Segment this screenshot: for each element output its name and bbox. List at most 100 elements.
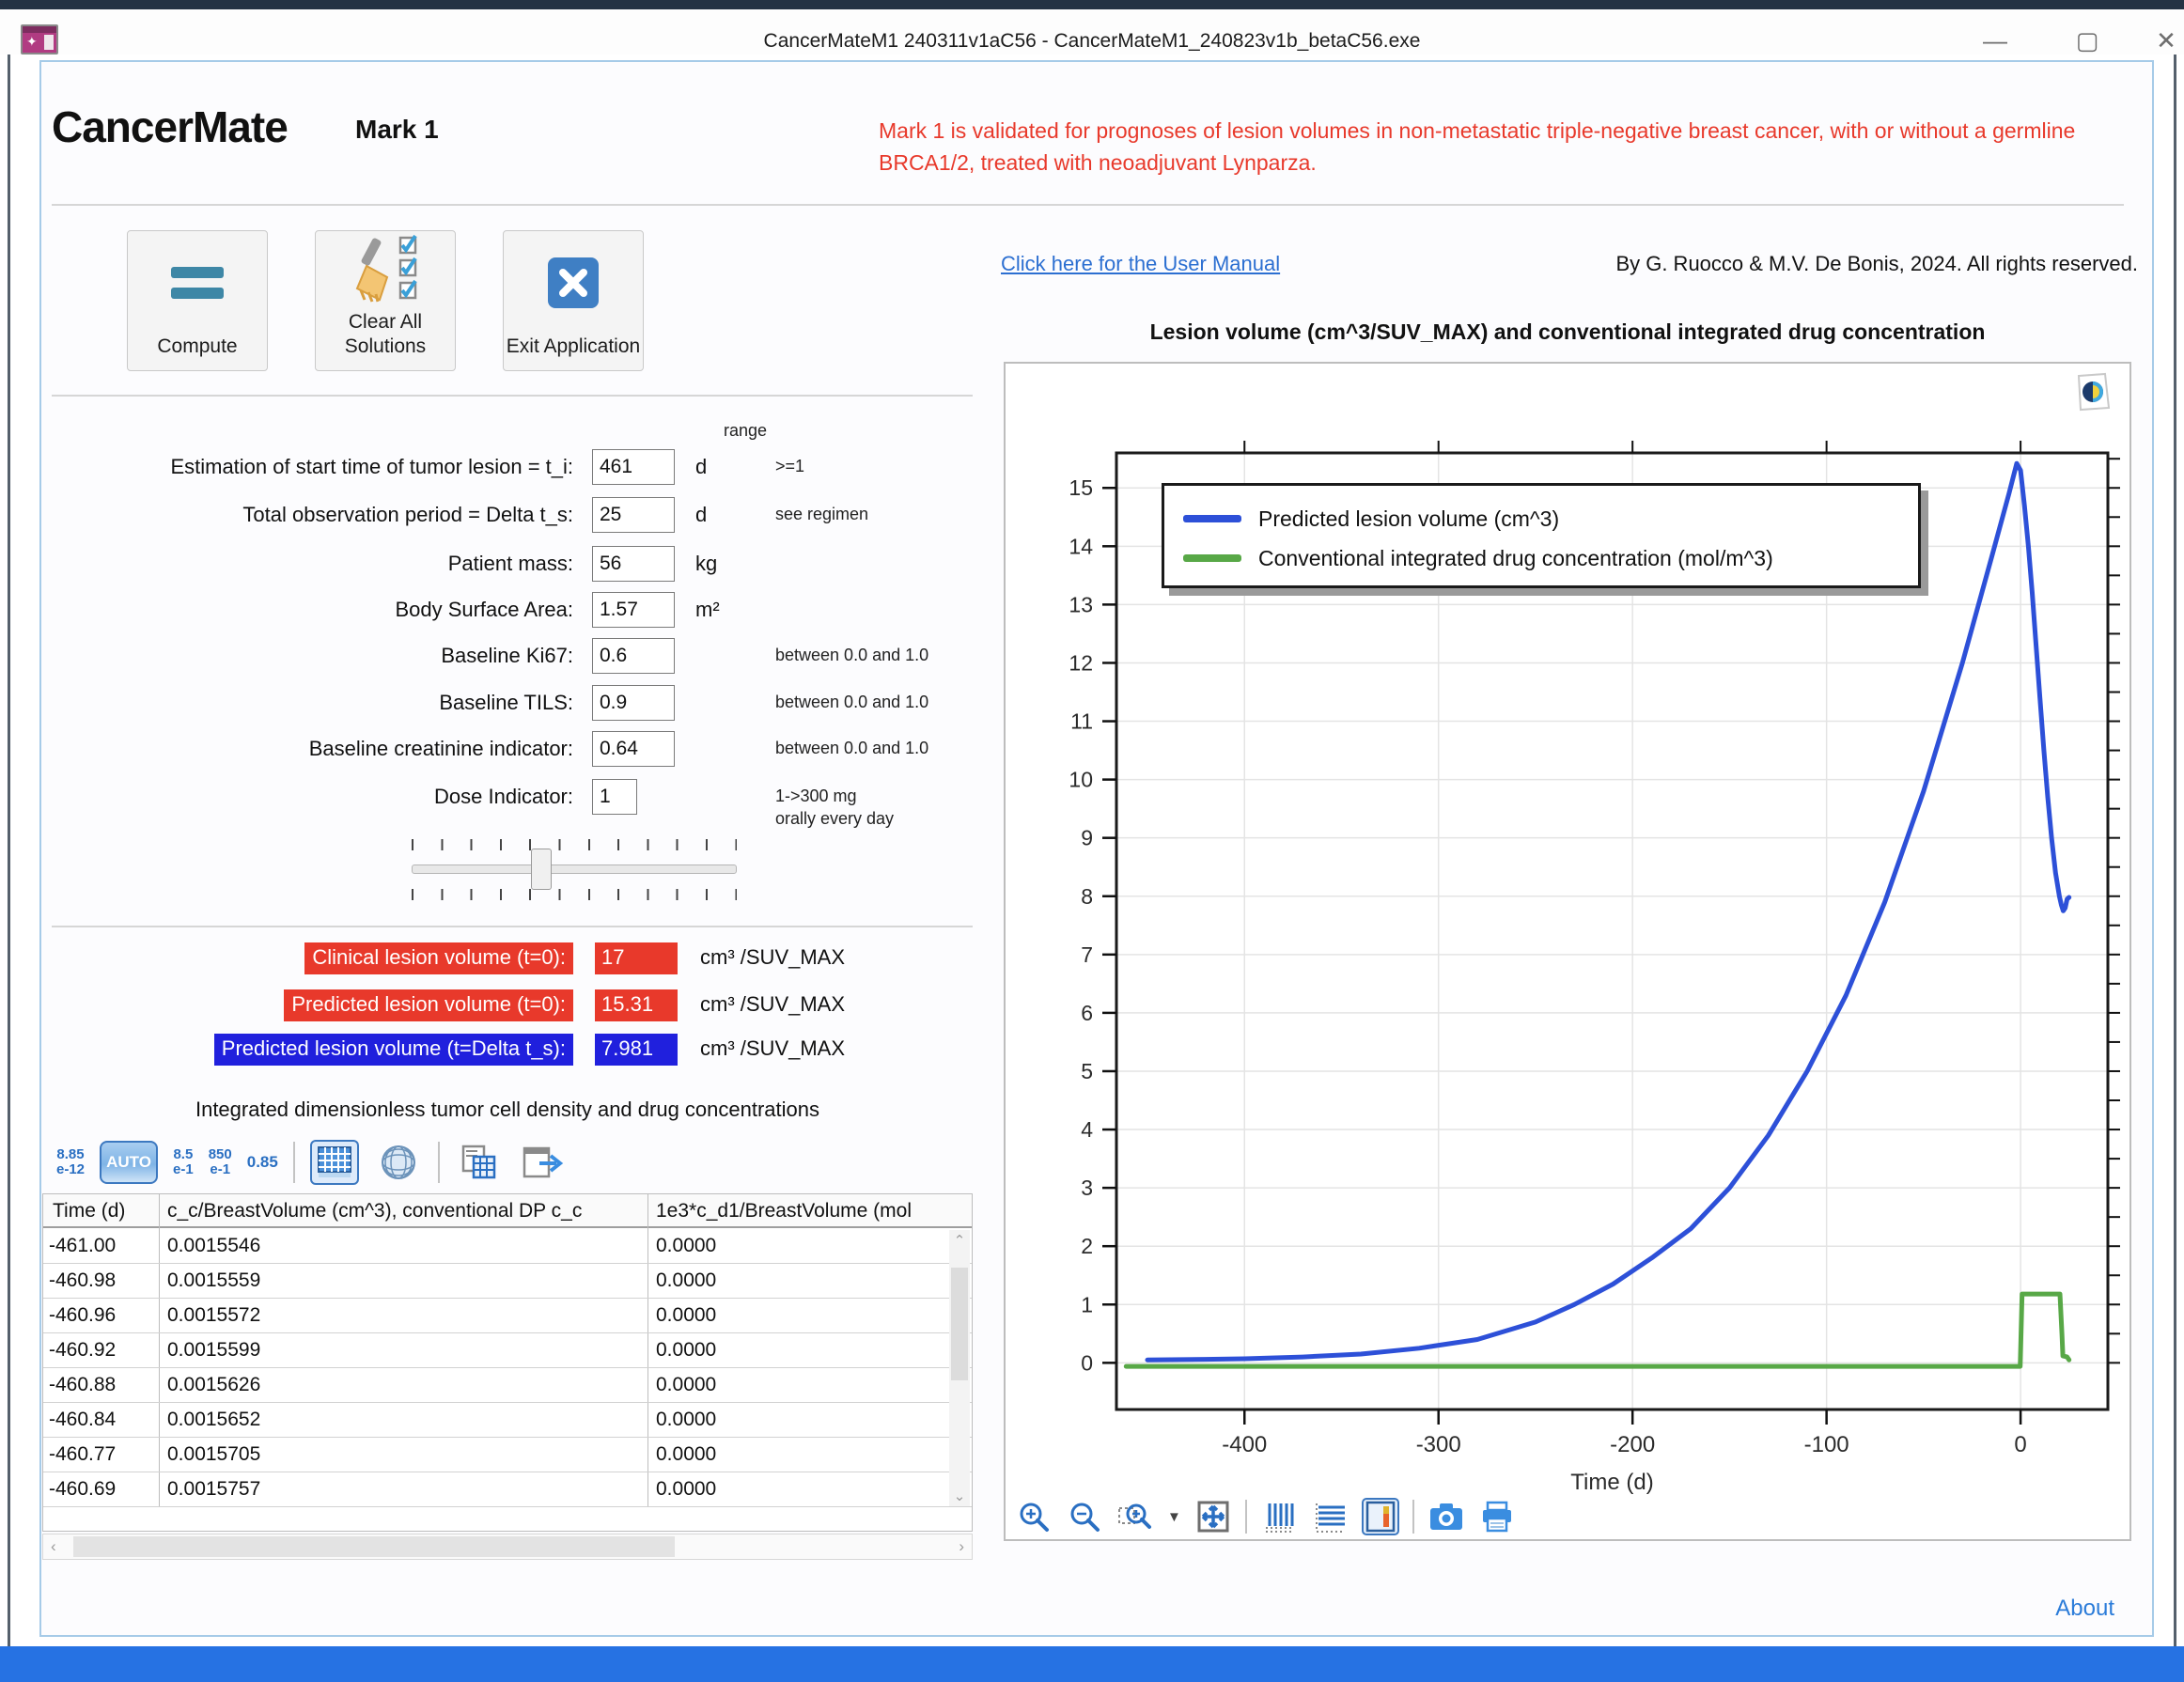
tils-input[interactable] (592, 685, 675, 721)
svg-text:5: 5 (1081, 1059, 1093, 1083)
creatinine-input[interactable] (592, 731, 675, 767)
clear-all-solutions-button[interactable]: Clear All Solutions (315, 230, 456, 371)
compute-button[interactable]: Compute (127, 230, 268, 371)
svg-text:15: 15 (1069, 475, 1093, 500)
zoom-out-button[interactable] (1066, 1498, 1103, 1535)
scroll-up-arrow[interactable]: ⌃ (949, 1232, 970, 1249)
scroll-down-arrow[interactable]: ⌄ (949, 1487, 970, 1504)
app-mark: Mark 1 (355, 115, 439, 145)
bsa-input[interactable] (592, 592, 675, 628)
zoom-in-button[interactable] (1015, 1498, 1053, 1535)
svg-text:14: 14 (1069, 534, 1093, 558)
bottom-bar (0, 1646, 2184, 1682)
about-link[interactable]: About (1992, 1596, 2114, 1622)
svg-text:7: 7 (1081, 942, 1093, 967)
predicted-t0-unit: cm³ /SUV_MAX (700, 992, 845, 1017)
dose-range: 1->300 mg (775, 786, 857, 806)
window-title: CancerMateM1 240311v1aC56 - CancerMateM1… (0, 30, 2184, 53)
format-eng-button[interactable]: 8.5e-1 (173, 1147, 194, 1177)
format-decimal-button[interactable]: 0.85 (247, 1155, 278, 1170)
clear-all-solutions-label: Clear All Solutions (316, 310, 455, 359)
maximize-button[interactable]: ▢ (2066, 26, 2109, 55)
toolbar-separator-2 (438, 1142, 440, 1183)
exit-application-label: Exit Application (507, 335, 640, 359)
observation-period-label: Total observation period = Delta t_s: (242, 503, 573, 527)
zoom-out-icon (1069, 1501, 1100, 1533)
svg-text:13: 13 (1069, 592, 1093, 616)
ki67-range: between 0.0 and 1.0 (775, 646, 928, 665)
start-time-unit: d (695, 455, 707, 479)
table-row[interactable]: -461.00 0.0015546 0.0000 (43, 1229, 972, 1264)
snapshot-button[interactable] (1427, 1498, 1465, 1535)
col-header-time[interactable]: Time (d) (53, 1200, 158, 1223)
chart-toolbar: ▼ (1015, 1496, 1673, 1537)
legend-blue-line-icon (1183, 515, 1241, 522)
start-time-input[interactable] (592, 449, 675, 485)
result-row-clinical: Clinical lesion volume (t=0): 17 cm³ /SU… (52, 942, 991, 976)
exit-application-button[interactable]: Exit Application (503, 230, 644, 371)
export-table-button[interactable] (519, 1140, 568, 1185)
legend-toggle-icon (1365, 1501, 1396, 1533)
table-vertical-scrollbar[interactable]: ⌃ ⌄ (949, 1230, 970, 1506)
chart-toolbar-separator-2 (1412, 1500, 1414, 1534)
horizontal-scroll-thumb[interactable] (73, 1536, 675, 1557)
table-grid-icon (318, 1146, 351, 1178)
user-manual-link[interactable]: Click here for the User Manual (1001, 252, 1280, 276)
slider-ticks-top (412, 839, 737, 850)
patient-mass-input[interactable] (592, 546, 675, 582)
credits-text: By G. Ruocco & M.V. De Bonis, 2024. All … (1551, 252, 2138, 276)
svg-text:6: 6 (1081, 1001, 1093, 1025)
scroll-right-arrow[interactable]: › (959, 1537, 964, 1556)
format-auto-button[interactable]: AUTO (100, 1141, 158, 1184)
dose-input[interactable] (592, 779, 637, 815)
input-row-ki67: Baseline Ki67: between 0.0 and 1.0 (52, 638, 991, 676)
zoom-dropdown-caret[interactable]: ▼ (1167, 1509, 1181, 1525)
x-grid-button[interactable] (1260, 1498, 1298, 1535)
predicted-t0-value[interactable]: 15.31 (595, 989, 678, 1021)
tils-range: between 0.0 and 1.0 (775, 693, 928, 712)
table-row[interactable]: -460.92 0.0015599 0.0000 (43, 1333, 972, 1368)
range-header: range (724, 421, 767, 441)
zoom-extents-button[interactable] (1194, 1498, 1232, 1535)
table-horizontal-scrollbar[interactable]: ‹ › (42, 1534, 973, 1560)
col-header-cc[interactable]: c_c/BreastVolume (cm^3), conventional DP… (167, 1200, 647, 1223)
sphere-view-button[interactable] (374, 1140, 423, 1185)
copy-table-button[interactable] (455, 1140, 504, 1185)
observation-period-input[interactable] (592, 497, 675, 533)
svg-text:8: 8 (1081, 884, 1093, 909)
clinical-volume-value[interactable]: 17 (595, 942, 678, 974)
predicted-delta-value[interactable]: 7.981 (595, 1034, 678, 1066)
broom-checklist-icon (316, 231, 455, 310)
minimize-button[interactable]: — (1973, 26, 2017, 55)
table-row[interactable]: -460.77 0.0015705 0.0000 (43, 1438, 972, 1472)
table-view-button[interactable] (310, 1140, 359, 1185)
input-row-tils: Baseline TILS: between 0.0 and 1.0 (52, 685, 991, 723)
table-row[interactable]: -460.69 0.0015757 0.0000 (43, 1472, 972, 1507)
format-sci-button[interactable]: 8.85e-12 (56, 1147, 85, 1177)
vertical-scroll-thumb[interactable] (951, 1268, 968, 1380)
table-row[interactable]: -460.84 0.0015652 0.0000 (43, 1403, 972, 1438)
buttons-divider (52, 395, 973, 397)
svg-text:-400: -400 (1222, 1432, 1267, 1457)
chart-title: Lesion volume (cm^3/SUV_MAX) and convent… (1004, 319, 2131, 345)
col-header-cd1[interactable]: 1e3*c_d1/BreastVolume (mol (656, 1200, 947, 1223)
dose-slider-track[interactable] (412, 864, 737, 874)
print-button[interactable] (1478, 1498, 1516, 1535)
dose-range-2: orally every day (775, 809, 894, 829)
observation-period-unit: d (695, 503, 707, 527)
zoom-in-icon (1018, 1501, 1050, 1533)
table-row[interactable]: -460.88 0.0015626 0.0000 (43, 1368, 972, 1403)
ki67-input[interactable] (592, 638, 675, 674)
chart-legend: Predicted lesion volume (cm^3) Conventio… (1162, 483, 1921, 588)
y-grid-button[interactable] (1311, 1498, 1349, 1535)
format-eng2-button[interactable]: 850e-1 (209, 1147, 232, 1177)
table-row[interactable]: -460.96 0.0015572 0.0000 (43, 1299, 972, 1333)
legend-toggle-button[interactable] (1362, 1498, 1399, 1535)
dose-slider-thumb[interactable] (531, 849, 552, 890)
toolbar-separator (293, 1142, 295, 1183)
table-row[interactable]: -460.98 0.0015559 0.0000 (43, 1264, 972, 1299)
close-button[interactable]: ✕ (2145, 26, 2184, 55)
window-right-edge (2174, 55, 2176, 1682)
scroll-left-arrow[interactable]: ‹ (51, 1537, 56, 1556)
zoom-box-button[interactable] (1116, 1498, 1154, 1535)
